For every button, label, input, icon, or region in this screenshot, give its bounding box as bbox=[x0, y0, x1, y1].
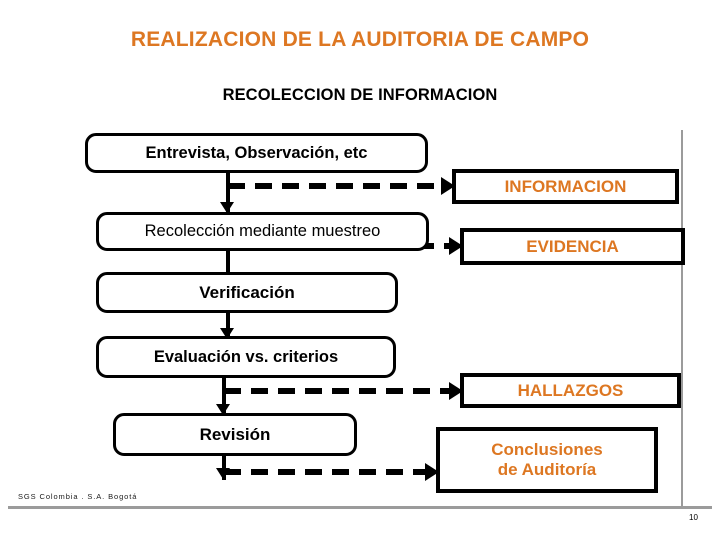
output-box-informacion-label: INFORMACION bbox=[504, 176, 627, 196]
dashed-arrow-conclusiones bbox=[224, 469, 427, 475]
output-box-hallazgos[interactable]: HALLAZGOS bbox=[460, 373, 681, 408]
connector-arrowhead-5 bbox=[216, 468, 230, 479]
process-box-verificacion-label: Verificación bbox=[199, 283, 295, 302]
output-box-conclusiones-line1: Conclusiones bbox=[491, 440, 603, 460]
output-box-evidencia-label: EVIDENCIA bbox=[526, 236, 619, 256]
process-box-revision[interactable]: Revisión bbox=[113, 413, 357, 456]
slide-canvas: REALIZACION DE LA AUDITORIA DE CAMPO REC… bbox=[0, 0, 720, 540]
process-box-evaluacion-label: Evaluación vs. criterios bbox=[153, 347, 339, 366]
dashed-arrow-informacion bbox=[228, 183, 443, 189]
output-box-conclusiones-line2: de Auditoría bbox=[497, 460, 597, 479]
process-box-recoleccion-label: Recolección mediante muestreo bbox=[144, 222, 381, 241]
output-box-conclusiones-label: Conclusiones de Auditoría bbox=[491, 440, 602, 479]
right-vertical-rule bbox=[681, 130, 683, 509]
footer-company: SGS Colombia . S.A. Bogotá bbox=[18, 492, 138, 501]
output-box-evidencia[interactable]: EVIDENCIA bbox=[460, 228, 685, 265]
process-box-verificacion[interactable]: Verificación bbox=[96, 272, 398, 313]
page-subtitle: RECOLECCION DE INFORMACION bbox=[222, 86, 498, 104]
process-box-revision-label: Revisión bbox=[199, 425, 271, 444]
process-box-recoleccion[interactable]: Recolección mediante muestreo bbox=[96, 212, 429, 251]
process-box-entrevista-label: Entrevista, Observación, etc bbox=[145, 143, 368, 162]
footer-divider bbox=[8, 506, 712, 509]
output-box-informacion[interactable]: INFORMACION bbox=[452, 169, 679, 204]
process-box-entrevista[interactable]: Entrevista, Observación, etc bbox=[85, 133, 428, 173]
page-number: 10 bbox=[689, 513, 698, 522]
dashed-arrow-hallazgos bbox=[224, 388, 451, 394]
process-box-evaluacion[interactable]: Evaluación vs. criterios bbox=[96, 336, 396, 378]
page-title: REALIZACION DE LA AUDITORIA DE CAMPO bbox=[130, 28, 590, 51]
output-box-hallazgos-label: HALLAZGOS bbox=[517, 380, 624, 400]
output-box-conclusiones[interactable]: Conclusiones de Auditoría bbox=[436, 427, 658, 493]
